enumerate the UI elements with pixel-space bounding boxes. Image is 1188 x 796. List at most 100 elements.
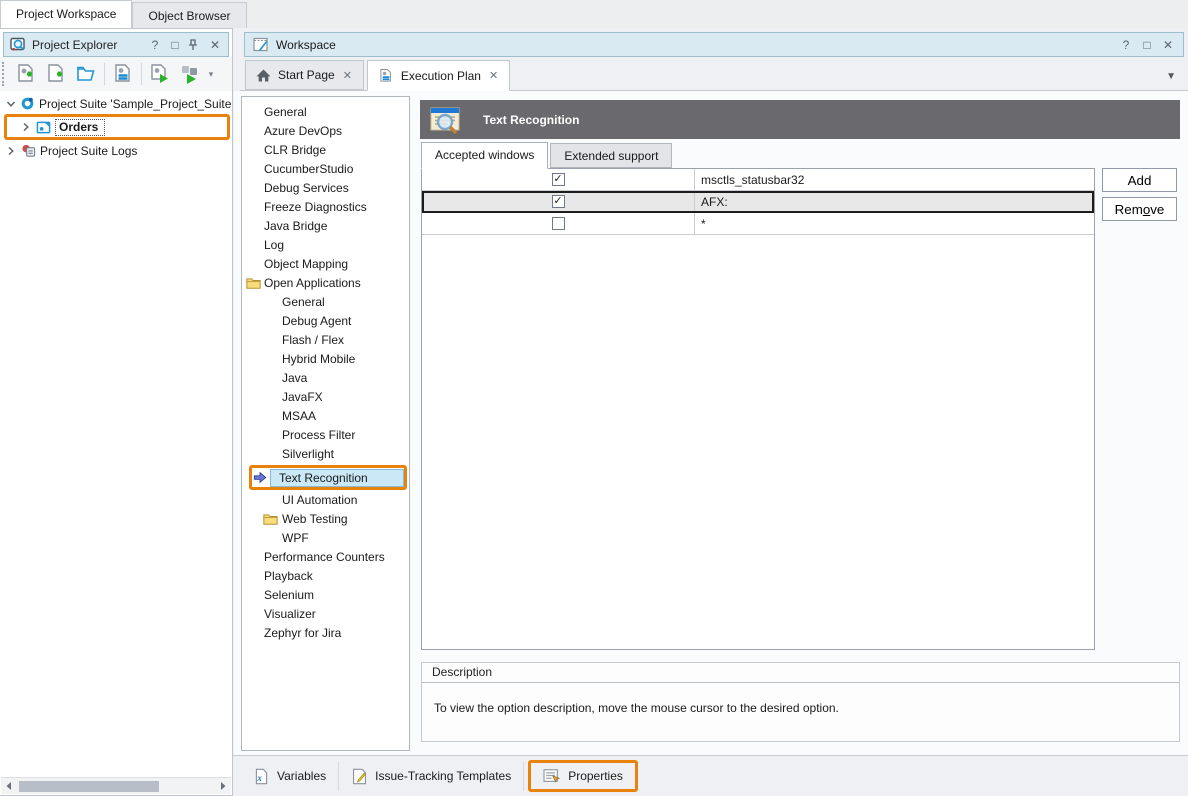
toolbar-grip[interactable] [2, 62, 7, 86]
add-new-project-suite-button[interactable] [12, 60, 40, 88]
settings-nav-item-zephyr-for-jira[interactable]: Zephyr for Jira [242, 624, 409, 643]
add-new-item-button[interactable] [42, 60, 70, 88]
chevron-right-icon[interactable] [6, 146, 17, 156]
tab-accepted-windows[interactable]: Accepted windows [421, 142, 548, 169]
tree-item-label: Orders [55, 119, 105, 136]
tab-label: Issue-Tracking Templates [375, 769, 511, 783]
accepted-window-row[interactable]: ✓ msctls_statusbar32 [422, 169, 1094, 191]
settings-nav-item-process-filter[interactable]: Process Filter [242, 426, 409, 445]
row-checkbox[interactable]: ✓ [552, 195, 565, 208]
close-tab-icon[interactable]: ✕ [342, 69, 353, 82]
scroll-right-icon[interactable] [215, 782, 231, 790]
help-button[interactable]: ? [1119, 38, 1133, 52]
settings-nav-item-debug-agent[interactable]: Debug Agent [242, 312, 409, 331]
settings-nav-item-label: General [264, 103, 307, 122]
settings-nav-item-label: Java Bridge [264, 217, 327, 236]
settings-nav-item-web-testing[interactable]: Web Testing [242, 510, 409, 529]
settings-nav-item-ui-automation[interactable]: UI Automation [242, 491, 409, 510]
folder-icon [246, 277, 261, 289]
settings-nav-item-msaa[interactable]: MSAA [242, 407, 409, 426]
organize-tests-button[interactable] [109, 60, 137, 88]
project-suite-icon [20, 96, 35, 111]
settings-nav-item-playback[interactable]: Playback [242, 567, 409, 586]
window-class-value[interactable]: AFX: [695, 191, 1094, 212]
open-file-button[interactable] [72, 60, 100, 88]
tab-list-dropdown-icon[interactable]: ▼ [1166, 71, 1176, 82]
close-button[interactable]: ✕ [1161, 38, 1175, 52]
help-button[interactable]: ? [148, 38, 162, 52]
settings-nav-item-visualizer[interactable]: Visualizer [242, 605, 409, 624]
settings-nav-panel: GeneralAzure DevOpsCLR BridgeCucumberStu… [241, 96, 410, 751]
settings-nav-item-label: Open Applications [264, 274, 361, 293]
row-checkbox[interactable]: ✓ [552, 173, 565, 186]
horizontal-scrollbar[interactable] [1, 777, 231, 794]
settings-nav-item-label: Log [264, 236, 284, 255]
scrollbar-thumb[interactable] [19, 781, 159, 792]
tab-execution-plan[interactable]: Execution Plan ✕ [367, 60, 510, 91]
settings-nav-item-object-mapping[interactable]: Object Mapping [242, 255, 409, 274]
settings-nav-item-clr-bridge[interactable]: CLR Bridge [242, 141, 409, 160]
settings-nav-item-flash-flex[interactable]: Flash / Flex [242, 331, 409, 350]
settings-nav-item-label: General [282, 293, 325, 312]
description-panel: Description To view the option descripti… [421, 662, 1180, 742]
toolbar-separator [141, 63, 142, 85]
settings-nav-item-azure-devops[interactable]: Azure DevOps [242, 122, 409, 141]
tree-item-project-suite[interactable]: Project Suite 'Sample_Project_Suite' (1 … [0, 94, 232, 113]
tab-extended-support[interactable]: Extended support [550, 143, 672, 168]
close-tab-icon[interactable]: ✕ [488, 69, 499, 82]
accepted-window-row[interactable]: ✓ AFX: [422, 191, 1094, 213]
settings-nav-item-cucumberstudio[interactable]: CucumberStudio [242, 160, 409, 179]
document-tab-bar: Start Page ✕ Execution Plan ✕ ▼ [240, 60, 1188, 91]
checkbox-cell [422, 213, 695, 234]
tab-start-page[interactable]: Start Page ✕ [245, 60, 364, 90]
tab-properties[interactable]: Properties [531, 763, 635, 789]
settings-nav-item-label: UI Automation [282, 491, 357, 510]
settings-nav-item-silverlight[interactable]: Silverlight [242, 445, 409, 464]
run-project-button[interactable] [146, 60, 174, 88]
settings-nav-item-general[interactable]: General [242, 103, 409, 122]
chevron-down-icon[interactable] [6, 99, 16, 109]
settings-nav-item-javafx[interactable]: JavaFX [242, 388, 409, 407]
description-title: Description [422, 663, 1179, 683]
window-class-value[interactable]: * [695, 213, 1094, 234]
settings-nav-item-wpf[interactable]: WPF [242, 529, 409, 548]
workspace-header: Workspace ? □ ✕ [244, 32, 1184, 57]
options-title-bar: Text Recognition [420, 100, 1180, 139]
project-explorer-header: Project Explorer ? □ ✕ [3, 32, 229, 57]
settings-nav-item-general[interactable]: General [242, 293, 409, 312]
float-button[interactable]: □ [1140, 38, 1154, 52]
settings-nav-item-log[interactable]: Log [242, 236, 409, 255]
close-button[interactable]: ✕ [208, 38, 222, 52]
settings-nav-item-label: CLR Bridge [264, 141, 326, 160]
run-options-dropdown[interactable]: ▾ [206, 69, 216, 80]
tree-item-project-suite-logs[interactable]: Project Suite Logs [0, 141, 232, 160]
remove-button[interactable]: Remove [1102, 197, 1177, 221]
settings-nav-item-selenium[interactable]: Selenium [242, 586, 409, 605]
tab-project-workspace[interactable]: Project Workspace [0, 0, 132, 28]
settings-nav-item-label: Java [282, 369, 307, 388]
settings-nav-item-java-bridge[interactable]: Java Bridge [242, 217, 409, 236]
settings-nav-item-performance-counters[interactable]: Performance Counters [242, 548, 409, 567]
settings-nav-item-label: WPF [282, 529, 309, 548]
add-button[interactable]: Add [1102, 168, 1177, 192]
window-class-value[interactable]: msctls_statusbar32 [695, 169, 1094, 190]
settings-nav-item-hybrid-mobile[interactable]: Hybrid Mobile [242, 350, 409, 369]
chevron-right-icon[interactable] [21, 122, 32, 132]
tab-object-browser[interactable]: Object Browser [132, 2, 246, 28]
settings-nav-item-open-applications[interactable]: Open Applications [242, 274, 409, 293]
settings-nav-item-text-recognition[interactable]: Text Recognition [252, 468, 404, 487]
run-project-suite-button[interactable] [176, 60, 204, 88]
row-checkbox[interactable] [552, 217, 565, 230]
tab-issue-tracking-templates[interactable]: Issue-Tracking Templates [339, 762, 524, 791]
accepted-window-row[interactable]: * [422, 213, 1094, 235]
execution-plan-icon [378, 68, 394, 84]
scroll-left-icon[interactable] [1, 782, 17, 790]
pin-icon[interactable] [188, 39, 202, 51]
float-button[interactable]: □ [168, 38, 182, 52]
settings-nav-item-label: Object Mapping [264, 255, 348, 274]
settings-nav-item-java[interactable]: Java [242, 369, 409, 388]
settings-nav-item-freeze-diagnostics[interactable]: Freeze Diagnostics [242, 198, 409, 217]
settings-nav-item-debug-services[interactable]: Debug Services [242, 179, 409, 198]
tree-item-orders[interactable]: Orders [7, 117, 227, 137]
tab-variables[interactable]: x Variables [241, 762, 339, 791]
